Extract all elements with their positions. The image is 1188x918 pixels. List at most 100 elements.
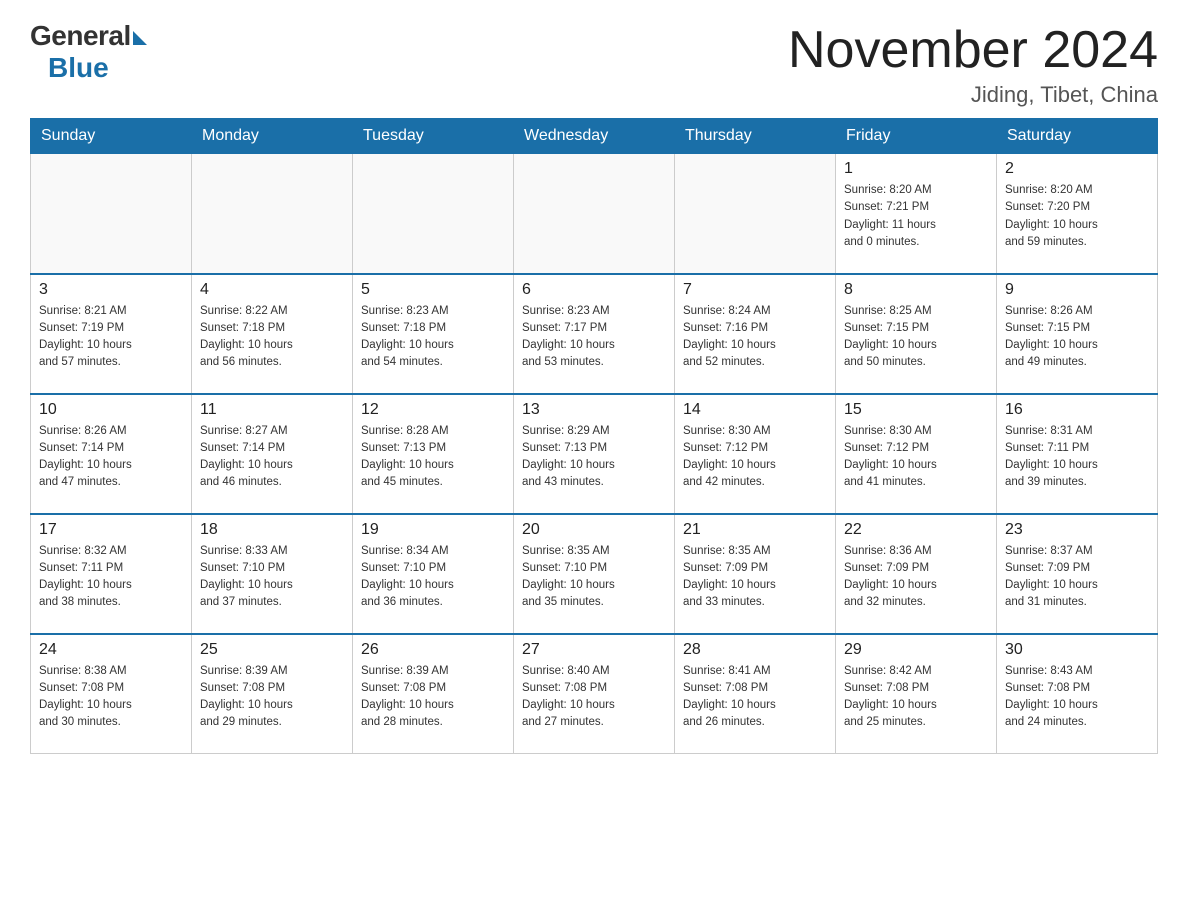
calendar-cell: 13 Sunrise: 8:29 AM Sunset: 7:13 PM Dayli… xyxy=(514,394,675,514)
day-number: 4 xyxy=(200,281,344,299)
logo-general-text: General xyxy=(30,20,131,52)
title-section: November 2024 Jiding, Tibet, China xyxy=(788,20,1158,108)
calendar-cell: 25 Sunrise: 8:39 AM Sunset: 7:08 PM Dayli… xyxy=(192,634,353,754)
calendar-cell: 21 Sunrise: 8:35 AM Sunset: 7:09 PM Dayli… xyxy=(675,514,836,634)
day-info: Sunrise: 8:25 AM Sunset: 7:15 PM Dayligh… xyxy=(844,303,988,372)
day-number: 9 xyxy=(1005,281,1149,299)
day-number: 15 xyxy=(844,401,988,419)
calendar-cell: 23 Sunrise: 8:37 AM Sunset: 7:09 PM Dayli… xyxy=(997,514,1158,634)
calendar-cell: 10Sunrise: 8:26 AM Sunset: 7:14 PM Dayli… xyxy=(31,394,192,514)
day-number: 5 xyxy=(361,281,505,299)
calendar-week-row: 3Sunrise: 8:21 AM Sunset: 7:19 PM Daylig… xyxy=(31,274,1158,394)
calendar-cell: 18 Sunrise: 8:33 AM Sunset: 7:10 PM Dayli… xyxy=(192,514,353,634)
calendar-cell: 27 Sunrise: 8:40 AM Sunset: 7:08 PM Dayli… xyxy=(514,634,675,754)
day-number: 26 xyxy=(361,641,505,659)
calendar-cell xyxy=(514,154,675,274)
day-number: 12 xyxy=(361,401,505,419)
day-info: Sunrise: 8:38 AM Sunset: 7:08 PM Dayligh… xyxy=(39,663,183,732)
calendar-cell: 9 Sunrise: 8:26 AM Sunset: 7:15 PM Daylig… xyxy=(997,274,1158,394)
day-info: Sunrise: 8:31 AM Sunset: 7:11 PM Dayligh… xyxy=(1005,423,1149,492)
day-info: Sunrise: 8:43 AM Sunset: 7:08 PM Dayligh… xyxy=(1005,663,1149,732)
month-title: November 2024 xyxy=(788,20,1158,80)
calendar-cell: 5 Sunrise: 8:23 AM Sunset: 7:18 PM Daylig… xyxy=(353,274,514,394)
day-number: 29 xyxy=(844,641,988,659)
day-number: 24 xyxy=(39,641,183,659)
day-info: Sunrise: 8:37 AM Sunset: 7:09 PM Dayligh… xyxy=(1005,543,1149,612)
day-info: Sunrise: 8:23 AM Sunset: 7:18 PM Dayligh… xyxy=(361,303,505,372)
day-number: 8 xyxy=(844,281,988,299)
calendar-cell: 12 Sunrise: 8:28 AM Sunset: 7:13 PM Dayli… xyxy=(353,394,514,514)
day-info: Sunrise: 8:35 AM Sunset: 7:10 PM Dayligh… xyxy=(522,543,666,612)
day-info: Sunrise: 8:34 AM Sunset: 7:10 PM Dayligh… xyxy=(361,543,505,612)
day-info: Sunrise: 8:24 AM Sunset: 7:16 PM Dayligh… xyxy=(683,303,827,372)
calendar-cell: 11Sunrise: 8:27 AM Sunset: 7:14 PM Dayli… xyxy=(192,394,353,514)
calendar-cell: 19 Sunrise: 8:34 AM Sunset: 7:10 PM Dayli… xyxy=(353,514,514,634)
day-number: 21 xyxy=(683,521,827,539)
day-info: Sunrise: 8:23 AM Sunset: 7:17 PM Dayligh… xyxy=(522,303,666,372)
day-info: Sunrise: 8:39 AM Sunset: 7:08 PM Dayligh… xyxy=(361,663,505,732)
day-number: 20 xyxy=(522,521,666,539)
calendar-cell: 4Sunrise: 8:22 AM Sunset: 7:18 PM Daylig… xyxy=(192,274,353,394)
calendar-cell xyxy=(31,154,192,274)
calendar-header-sunday: Sunday xyxy=(31,119,192,154)
day-number: 1 xyxy=(844,160,988,178)
day-info: Sunrise: 8:41 AM Sunset: 7:08 PM Dayligh… xyxy=(683,663,827,732)
day-info: Sunrise: 8:32 AM Sunset: 7:11 PM Dayligh… xyxy=(39,543,183,612)
day-info: Sunrise: 8:35 AM Sunset: 7:09 PM Dayligh… xyxy=(683,543,827,612)
day-number: 30 xyxy=(1005,641,1149,659)
calendar-week-row: 1 Sunrise: 8:20 AM Sunset: 7:21 PM Daylig… xyxy=(31,154,1158,274)
day-number: 19 xyxy=(361,521,505,539)
calendar-cell xyxy=(192,154,353,274)
day-info: Sunrise: 8:36 AM Sunset: 7:09 PM Dayligh… xyxy=(844,543,988,612)
logo: General Blue xyxy=(30,20,147,84)
day-number: 14 xyxy=(683,401,827,419)
day-info: Sunrise: 8:20 AM Sunset: 7:21 PM Dayligh… xyxy=(844,182,988,251)
calendar-cell: 15Sunrise: 8:30 AM Sunset: 7:12 PM Dayli… xyxy=(836,394,997,514)
calendar-cell: 30 Sunrise: 8:43 AM Sunset: 7:08 PM Dayli… xyxy=(997,634,1158,754)
calendar-header-wednesday: Wednesday xyxy=(514,119,675,154)
day-info: Sunrise: 8:40 AM Sunset: 7:08 PM Dayligh… xyxy=(522,663,666,732)
calendar-cell: 22Sunrise: 8:36 AM Sunset: 7:09 PM Dayli… xyxy=(836,514,997,634)
day-number: 23 xyxy=(1005,521,1149,539)
day-number: 13 xyxy=(522,401,666,419)
day-info: Sunrise: 8:27 AM Sunset: 7:14 PM Dayligh… xyxy=(200,423,344,492)
calendar-header-thursday: Thursday xyxy=(675,119,836,154)
day-number: 16 xyxy=(1005,401,1149,419)
calendar-header-tuesday: Tuesday xyxy=(353,119,514,154)
calendar-cell: 7 Sunrise: 8:24 AM Sunset: 7:16 PM Daylig… xyxy=(675,274,836,394)
calendar-cell: 26 Sunrise: 8:39 AM Sunset: 7:08 PM Dayli… xyxy=(353,634,514,754)
logo-arrow-icon xyxy=(133,31,147,45)
calendar-table: SundayMondayTuesdayWednesdayThursdayFrid… xyxy=(30,118,1158,754)
calendar-cell: 1 Sunrise: 8:20 AM Sunset: 7:21 PM Daylig… xyxy=(836,154,997,274)
calendar-cell: 8 Sunrise: 8:25 AM Sunset: 7:15 PM Daylig… xyxy=(836,274,997,394)
calendar-week-row: 24 Sunrise: 8:38 AM Sunset: 7:08 PM Dayli… xyxy=(31,634,1158,754)
calendar-header-row: SundayMondayTuesdayWednesdayThursdayFrid… xyxy=(31,119,1158,154)
calendar-week-row: 10Sunrise: 8:26 AM Sunset: 7:14 PM Dayli… xyxy=(31,394,1158,514)
day-info: Sunrise: 8:39 AM Sunset: 7:08 PM Dayligh… xyxy=(200,663,344,732)
day-number: 25 xyxy=(200,641,344,659)
calendar-header-saturday: Saturday xyxy=(997,119,1158,154)
day-number: 27 xyxy=(522,641,666,659)
day-number: 18 xyxy=(200,521,344,539)
day-number: 7 xyxy=(683,281,827,299)
day-number: 2 xyxy=(1005,160,1149,178)
calendar-cell: 14 Sunrise: 8:30 AM Sunset: 7:12 PM Dayli… xyxy=(675,394,836,514)
day-info: Sunrise: 8:29 AM Sunset: 7:13 PM Dayligh… xyxy=(522,423,666,492)
calendar-cell: 17Sunrise: 8:32 AM Sunset: 7:11 PM Dayli… xyxy=(31,514,192,634)
page-header: General Blue November 2024 Jiding, Tibet… xyxy=(30,20,1158,108)
day-info: Sunrise: 8:20 AM Sunset: 7:20 PM Dayligh… xyxy=(1005,182,1149,251)
calendar-cell: 20 Sunrise: 8:35 AM Sunset: 7:10 PM Dayli… xyxy=(514,514,675,634)
calendar-cell: 28 Sunrise: 8:41 AM Sunset: 7:08 PM Dayli… xyxy=(675,634,836,754)
day-info: Sunrise: 8:30 AM Sunset: 7:12 PM Dayligh… xyxy=(683,423,827,492)
calendar-cell: 6Sunrise: 8:23 AM Sunset: 7:17 PM Daylig… xyxy=(514,274,675,394)
day-number: 28 xyxy=(683,641,827,659)
day-info: Sunrise: 8:28 AM Sunset: 7:13 PM Dayligh… xyxy=(361,423,505,492)
calendar-header-friday: Friday xyxy=(836,119,997,154)
calendar-header-monday: Monday xyxy=(192,119,353,154)
logo-blue-text: Blue xyxy=(32,52,109,84)
calendar-cell xyxy=(675,154,836,274)
day-info: Sunrise: 8:42 AM Sunset: 7:08 PM Dayligh… xyxy=(844,663,988,732)
day-info: Sunrise: 8:26 AM Sunset: 7:15 PM Dayligh… xyxy=(1005,303,1149,372)
day-number: 10 xyxy=(39,401,183,419)
day-info: Sunrise: 8:33 AM Sunset: 7:10 PM Dayligh… xyxy=(200,543,344,612)
